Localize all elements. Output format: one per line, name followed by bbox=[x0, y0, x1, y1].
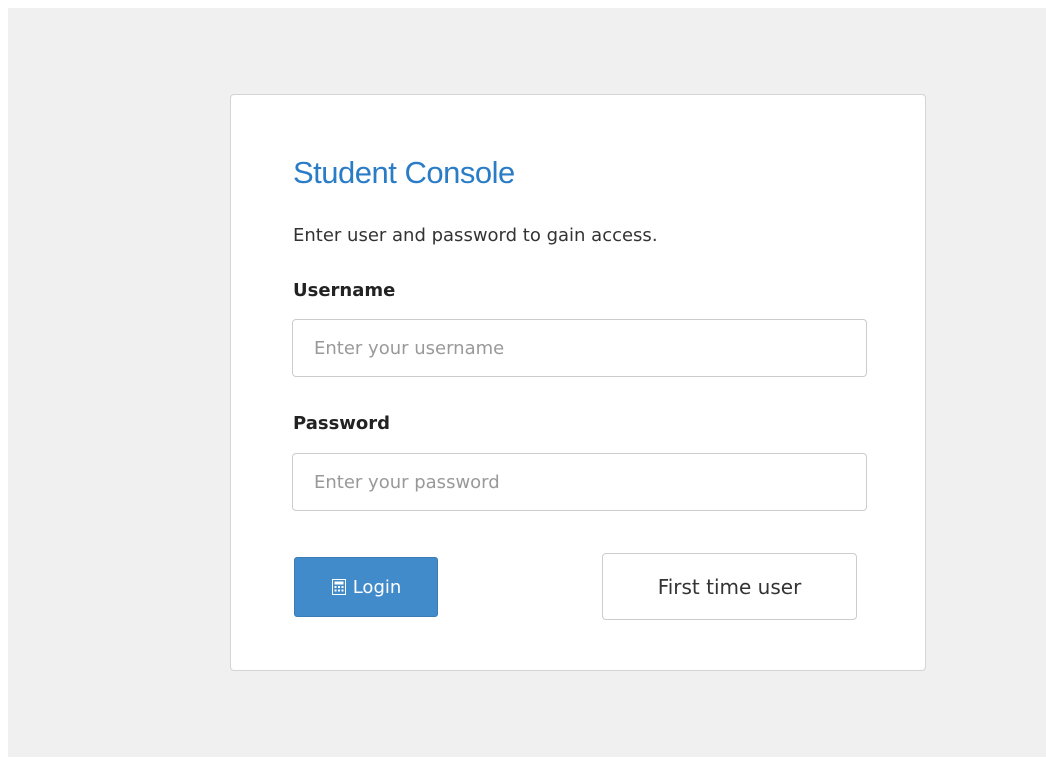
page-background: Student Console Enter user and password … bbox=[8, 8, 1046, 757]
first-time-user-button[interactable]: First time user bbox=[602, 553, 857, 620]
login-button[interactable]: Login bbox=[294, 557, 438, 617]
page-title: Student Console bbox=[293, 155, 515, 190]
password-label: Password bbox=[293, 413, 391, 434]
username-label: Username bbox=[293, 280, 396, 301]
login-button-label: Login bbox=[352, 576, 402, 598]
keypad-icon bbox=[331, 578, 347, 596]
password-input[interactable] bbox=[292, 453, 867, 511]
username-input[interactable] bbox=[292, 319, 867, 377]
login-instructions: Enter user and password to gain access. bbox=[293, 225, 658, 246]
login-card: Student Console Enter user and password … bbox=[230, 94, 926, 671]
